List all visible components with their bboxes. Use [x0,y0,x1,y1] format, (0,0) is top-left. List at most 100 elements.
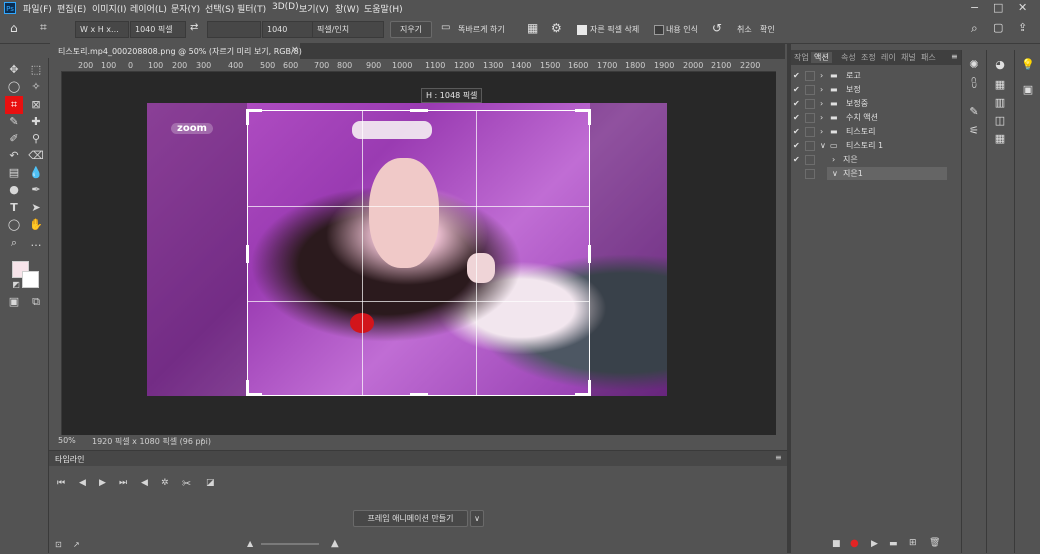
straighten-icon[interactable]: ▭ [441,22,450,33]
lasso-tool-icon[interactable]: ◯ [6,80,22,94]
delete-cropped-checkbox[interactable] [577,25,587,35]
close-icon[interactable]: ✕ [1018,1,1027,14]
menu-image[interactable]: 이미지(I) [92,2,127,15]
panel-menu-icon[interactable]: ≡ [951,52,958,61]
action-set-row[interactable]: ✔ ∨ ▭ 티스토리 1 [791,139,956,152]
document-tab[interactable]: 티스토리.mp4_000208808.png @ 50% (자르기 미리 보기,… [50,43,302,59]
tab-history[interactable]: 작업 [794,52,809,63]
crop-tool-preset-icon[interactable]: ⌗ [40,20,47,35]
gradient-tool-icon[interactable]: ▤ [6,166,22,180]
photoshop-logo-icon[interactable]: Ps [4,2,16,14]
cancel-label[interactable]: 취소 [737,24,752,35]
create-frame-animation-button[interactable]: 프레임 애니메이션 만들기 [353,510,468,527]
ellipse-tool-icon[interactable]: ◯ [6,218,22,232]
document-title[interactable]: 티스토리.mp4_000208808.png @ 50% (자르기 미리 보기,… [58,46,302,57]
tab-layers[interactable]: 레이 [881,52,896,63]
tab-channels[interactable]: 채널 [901,52,916,63]
learn-lightbulb-icon[interactable]: 💡 [1020,58,1036,71]
play-selection-icon[interactable]: ▶ [871,539,878,549]
grid-panel-icon[interactable]: ▦ [992,132,1008,145]
brightness-icon[interactable]: ✺ [966,58,982,71]
audio-icon[interactable]: ◀ [141,478,148,488]
home-icon[interactable]: ⌂ [10,21,18,35]
commit-label[interactable]: 확인 [760,24,775,35]
ratio-preset-dropdown[interactable]: W x H x... [75,21,129,38]
new-set-icon[interactable]: ▬ [889,539,898,549]
delete-icon[interactable]: 🗑 [929,538,940,548]
transition-icon[interactable]: ◪ [206,478,215,488]
straighten-label[interactable]: 똑바르게 하기 [458,24,505,35]
zoom-slider[interactable] [261,543,319,545]
settings-icon[interactable]: ✲ [161,478,169,488]
crop-box[interactable] [246,109,591,396]
share-icon[interactable]: ⇪ [1018,21,1027,34]
screen-mode-icon[interactable]: ⧉ [28,295,44,309]
menu-window[interactable]: 창(W) [335,2,359,15]
clear-button[interactable]: 지우기 [390,21,432,38]
clone-stamp-tool-icon[interactable]: ⚲ [28,132,44,146]
previous-frame-icon[interactable]: ◀ [79,478,86,488]
crop-handle-bottom-right[interactable] [588,380,591,396]
pen-tool-icon[interactable]: ✒ [28,183,44,197]
play-icon[interactable]: ▶ [99,478,106,488]
workspace-icon[interactable]: ▢ [993,21,1003,34]
eraser-tool-icon[interactable]: ⌫ [28,149,44,163]
settings-gear-icon[interactable]: ⚙ [551,21,562,35]
path-selection-tool-icon[interactable]: ➤ [28,201,44,215]
brush-presets-icon[interactable]: ⩉ [966,76,982,90]
overlay-grid-icon[interactable]: ▦ [527,21,538,35]
action-toggle[interactable] [805,169,815,179]
brush-icon[interactable]: ✎ [966,105,982,118]
maximize-icon[interactable]: □ [993,1,1003,14]
dodge-tool-icon[interactable]: ● [6,183,22,197]
first-frame-icon[interactable]: ⏮ [57,478,65,488]
zoom-level[interactable]: 50% [58,436,76,445]
new-action-icon[interactable]: ⊞ [909,538,917,548]
move-tool-icon[interactable]: ✥ [6,63,22,77]
action-set-row[interactable]: ✔ › ▬ 수치 액션 [791,111,956,124]
swatches-icon[interactable]: ▦ [992,78,1008,91]
crop-handle-bottom[interactable] [410,393,428,396]
convert-icon[interactable]: ↗ [73,540,80,549]
gradients-icon[interactable]: ▥ [992,96,1008,109]
resolution-unit-dropdown[interactable]: 픽셀/인치 [312,21,384,38]
more-tools-icon[interactable]: … [28,236,44,250]
status-menu-arrow-icon[interactable]: › [201,435,204,444]
patterns-icon[interactable]: ◫ [992,114,1008,127]
search-icon[interactable]: ⌕ [971,21,978,36]
tab-paths[interactable]: 패스 [921,52,936,63]
crop-handle-left[interactable] [246,245,249,263]
close-document-icon[interactable]: × [291,45,299,55]
healing-brush-tool-icon[interactable]: ✚ [28,115,44,129]
tab-actions[interactable]: 액션 [811,52,832,63]
menu-3d[interactable]: 3D(D) [272,2,299,12]
height-blank-input[interactable] [207,21,261,38]
frame-mode-icon[interactable]: ⊡ [55,540,62,549]
menu-view[interactable]: 보기(V) [299,2,329,15]
menu-layer[interactable]: 레이어(L) [130,2,167,15]
swap-icon[interactable]: ⇄ [190,22,198,33]
zoom-tool-icon[interactable]: ⌕ [6,236,22,250]
color-palette-icon[interactable]: ◕ [992,58,1008,71]
action-row[interactable]: ✔ › 지은 [791,153,956,166]
default-colors-icon[interactable]: ◩ [8,278,24,292]
menu-select[interactable]: 선택(S) [205,2,234,15]
action-set-row[interactable]: ✔ › ▬ 보정 [791,83,956,96]
crop-handle-right[interactable] [588,245,591,263]
marquee-tool-icon[interactable]: ⬚ [28,63,44,77]
action-set-row[interactable]: ✔ › ▬ 티스토리 [791,125,956,138]
frame-tool-icon[interactable]: ⊠ [28,98,44,112]
action-set-row[interactable]: ✔ › ▬ 로고 [791,69,956,82]
tab-properties[interactable]: 속성 [841,52,856,63]
create-dropdown-icon[interactable]: ∨ [470,510,484,527]
crop-handle-top-right[interactable] [588,109,591,125]
timeline-title[interactable]: 타임라인 [55,454,84,465]
magic-wand-tool-icon[interactable]: ✧ [28,80,44,94]
menu-file[interactable]: 파일(F) [23,2,52,15]
type-tool-icon[interactable]: T [6,201,22,215]
background-color-swatch[interactable] [22,271,39,288]
crop-handle-bottom-left[interactable] [246,380,249,396]
hand-tool-icon[interactable]: ✋ [28,218,44,232]
width-input[interactable]: 1040 픽셀 [130,21,186,38]
reset-icon[interactable]: ↺ [712,21,722,35]
